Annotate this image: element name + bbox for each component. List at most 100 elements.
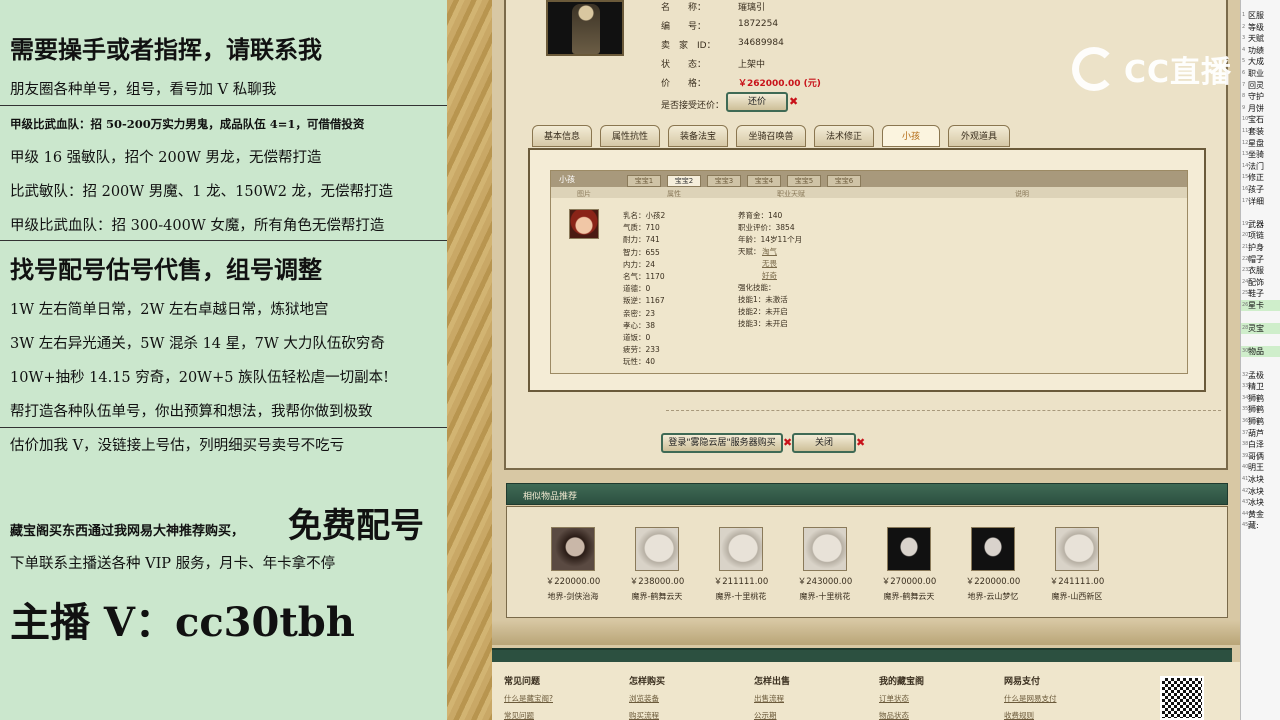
tab-6[interactable]: 外观道具 <box>948 125 1010 147</box>
footer-link[interactable]: 订单状态 <box>879 693 924 704</box>
streamer-line: 3W 左右异光通关，5W 混杀 14 星，7W 大力队伍砍穷奇 <box>10 336 385 352</box>
row-label: 葫芦 <box>1248 428 1264 438</box>
recommend-item-image[interactable] <box>803 527 847 571</box>
recommend-title: 相似物品推荐 <box>523 492 578 502</box>
recommend-item[interactable]: ￥238000.00 魔界-鹤舞云天 <box>615 527 699 602</box>
bargain-button[interactable]: 还价 <box>726 92 788 112</box>
row-label: 月饼 <box>1248 103 1264 113</box>
name-label: 名 称： <box>661 3 707 13</box>
talent-link[interactable]: 无畏 <box>762 258 777 269</box>
spreadsheet-row: 36 狮鹤 <box>1241 416 1280 427</box>
streamer-line: 找号配号估号代售，组号调整 <box>10 255 322 284</box>
streamer-line: 需要操手或者指挥，请联系我 <box>10 35 322 64</box>
spreadsheet-row: 44 黄金 <box>1241 509 1280 520</box>
spreadsheet-row: 21 护身 <box>1241 242 1280 253</box>
row-label: 功绩 <box>1248 45 1264 55</box>
col-header-desc: 说明 <box>1015 190 1029 198</box>
recommend-item[interactable]: ￥220000.00 地界-剑侠治海 <box>531 527 615 602</box>
row-label: 项链 <box>1248 231 1264 241</box>
tab-4[interactable]: 法术修正 <box>814 125 874 147</box>
character-portrait <box>546 0 624 56</box>
recommend-item-image[interactable] <box>1055 527 1099 571</box>
spreadsheet-row: 8 守护 <box>1241 91 1280 102</box>
recommend-item[interactable]: ￥220000.00 地界-云山梦忆 <box>951 527 1035 602</box>
recommend-item-price: ￥243000.00 <box>797 577 853 587</box>
treasure-pavilion-page: 名 称： 璀璃引 编 号： 1872254 卖 家 ID： 34689984 状… <box>492 0 1240 720</box>
child-tab-5[interactable]: 宝宝5 <box>787 175 821 187</box>
recommend-list: ￥220000.00 地界-剑侠治海 ￥238000.00 魔界-鹤舞云天 ￥21111… <box>506 506 1228 618</box>
tab-2[interactable]: 装备法宝 <box>668 125 728 147</box>
recommend-item-price: ￥270000.00 <box>881 577 937 587</box>
recommend-item[interactable]: ￥211111.00 魔界-十里桃花 <box>699 527 783 602</box>
row-label: 灵宝 <box>1248 324 1264 334</box>
row-label: 护身 <box>1248 243 1264 252</box>
child-stat: 玩性：40 <box>623 357 656 367</box>
divider <box>0 427 447 428</box>
child-tab-6[interactable]: 宝宝6 <box>827 175 861 187</box>
talent-link[interactable]: 淘气 <box>762 246 777 257</box>
login-purchase-button[interactable]: 登录"雾隐云居"服务器购买 <box>661 433 783 453</box>
row-label: 明王 <box>1248 463 1264 473</box>
cc-logo-text: CC直播 <box>1124 55 1233 90</box>
recommend-item-image[interactable] <box>551 527 595 571</box>
footer-column: 常见问题 什么是藏宝阁? 常见问题 <box>504 674 553 720</box>
footer-link[interactable]: 常见问题 <box>504 710 553 720</box>
child-stat: 道饭：0 <box>623 333 651 342</box>
spreadsheet-row: 39 哥俩 <box>1241 451 1280 462</box>
recommend-item[interactable]: ￥241111.00 魔界-山西新区 <box>1035 527 1119 602</box>
recommend-item[interactable]: ￥270000.00 魔界-鹤舞云天 <box>867 527 951 602</box>
tab-5[interactable]: 小孩 <box>882 125 940 147</box>
spreadsheet-row: 11 套装 <box>1241 126 1280 137</box>
tab-3[interactable]: 坐骑召唤兽 <box>736 125 806 147</box>
spreadsheet-row: 26 星卡 <box>1241 300 1280 311</box>
spreadsheet-row: 1 区服 <box>1241 10 1280 21</box>
tab-0[interactable]: 基本信息 <box>532 125 592 147</box>
footer-link[interactable]: 什么是藏宝阁? <box>504 693 553 704</box>
spreadsheet-row: 7 回灵 <box>1241 80 1280 91</box>
child-tab-4[interactable]: 宝宝4 <box>747 175 781 187</box>
divider <box>0 240 447 241</box>
recommend-item-server: 魔界-鹤舞云天 <box>631 592 683 601</box>
qr-code <box>1160 676 1204 720</box>
child-stat: 乳名：小孩2 <box>623 211 666 220</box>
footer-link[interactable]: 什么是网易支付 <box>1004 693 1057 704</box>
seller-id-label: 卖 家 ID： <box>661 41 716 51</box>
child-stat: 名气：1170 <box>623 272 665 281</box>
spreadsheet-row: 16 孩子 <box>1241 184 1280 195</box>
footer-link[interactable]: 公示期 <box>754 710 790 720</box>
row-label: 精卫 <box>1248 382 1264 392</box>
row-label: 哥俩 <box>1248 451 1264 461</box>
price-label: 价 格： <box>661 79 707 89</box>
footer-link[interactable]: 出售流程 <box>754 693 790 704</box>
row-label: 职业 <box>1248 69 1264 78</box>
spreadsheet-row: 3 天赋 <box>1241 33 1280 44</box>
row-label: 冰块 <box>1248 475 1264 484</box>
spreadsheet-row: 28 灵宝 <box>1241 323 1280 335</box>
recommend-item-price: ￥220000.00 <box>965 577 1021 587</box>
spreadsheet-row: 42 冰块 <box>1241 486 1280 497</box>
recommend-item-image[interactable] <box>887 527 931 571</box>
close-button[interactable]: 关闭 <box>792 433 856 453</box>
child-tab-1[interactable]: 宝宝1 <box>627 175 661 187</box>
recommend-item-image[interactable] <box>971 527 1015 571</box>
footer-link[interactable]: 浏览装备 <box>629 693 665 704</box>
footer-heading: 怎样购买 <box>629 677 666 687</box>
price-value: ￥262000.00 (元) <box>738 79 821 89</box>
child-tab-3[interactable]: 宝宝3 <box>707 175 741 187</box>
row-label: 冰块 <box>1248 486 1264 496</box>
tab-1[interactable]: 属性抗性 <box>600 125 660 147</box>
recommend-item-image[interactable] <box>719 527 763 571</box>
name-value: 璀璃引 <box>738 3 766 13</box>
footer-link[interactable]: 物品状态 <box>879 710 924 720</box>
spreadsheet-row: 41 冰块 <box>1241 474 1280 485</box>
divider <box>0 105 447 106</box>
footer-column: 怎样出售 出售流程 公示期 <box>754 674 790 720</box>
footer-link[interactable]: 购买流程 <box>629 710 665 720</box>
spreadsheet-row <box>1241 207 1280 218</box>
footer-link[interactable]: 收费规则 <box>1004 710 1057 720</box>
child-stat: 耐力：741 <box>623 235 660 245</box>
talent-link[interactable]: 好奇 <box>762 270 777 281</box>
child-tab-2[interactable]: 宝宝2 <box>667 175 701 187</box>
recommend-item[interactable]: ￥243000.00 魔界-十里桃花 <box>783 527 867 602</box>
recommend-item-image[interactable] <box>635 527 679 571</box>
